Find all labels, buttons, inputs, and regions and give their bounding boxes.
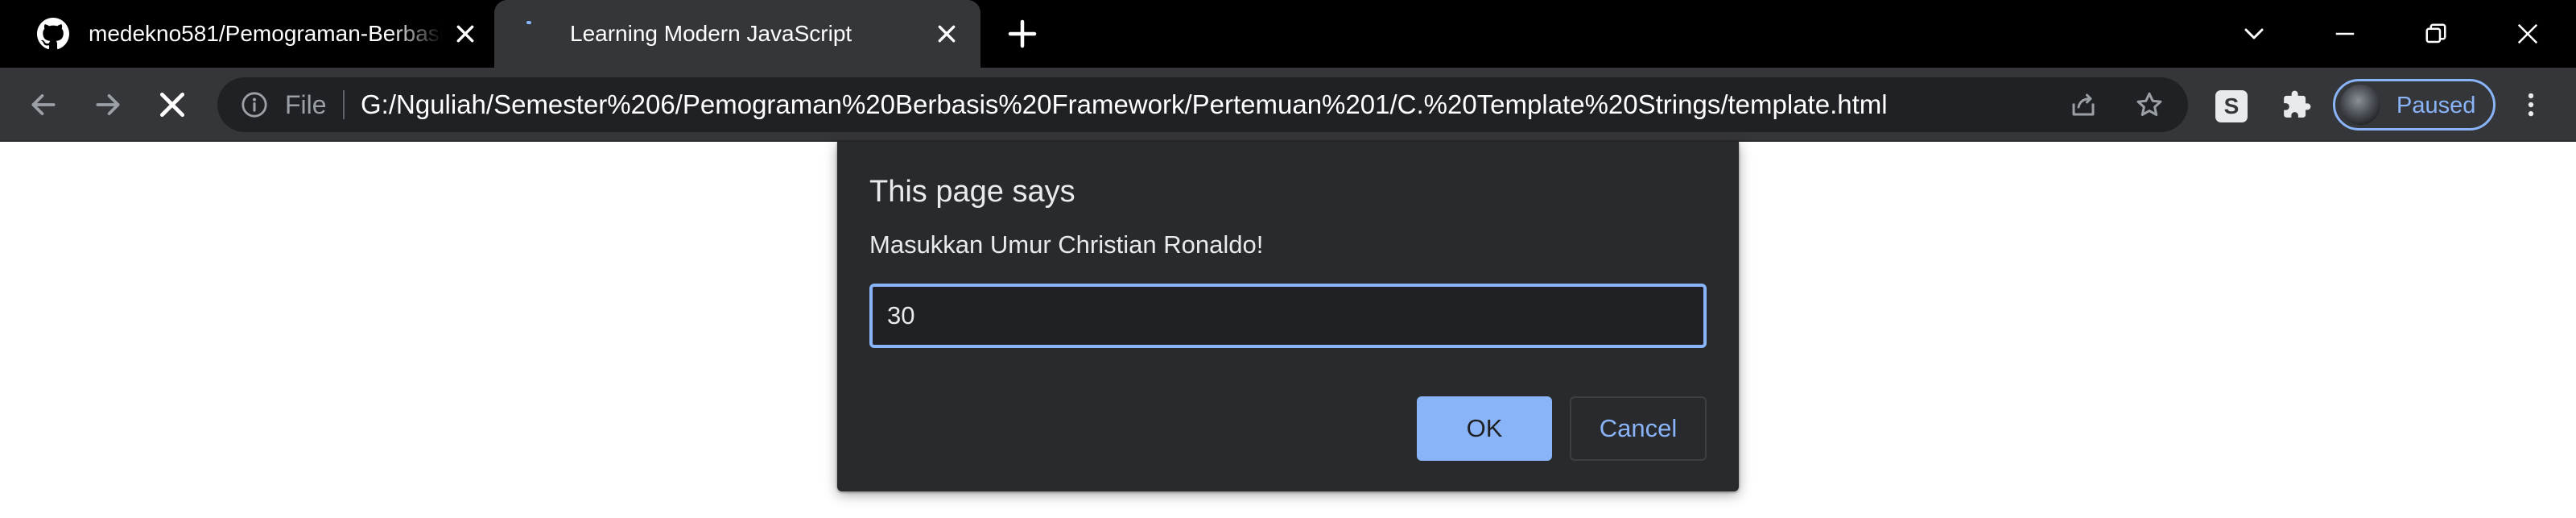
close-tab-icon[interactable] — [931, 18, 963, 50]
tab-strip: medekno581/Pemograman-Berbasis-Framework… — [0, 0, 2576, 68]
bookmark-star-icon[interactable] — [2133, 89, 2165, 121]
minimize-icon[interactable] — [2321, 11, 2369, 56]
tab-title: medekno581/Pemograman-Berbasis-Framework — [89, 21, 443, 46]
tab-search-icon[interactable] — [2230, 11, 2278, 56]
new-tab-icon[interactable] — [1005, 16, 1040, 52]
address-bar[interactable]: File G:/Nguliah/Semester%206/Pemograman%… — [217, 77, 2188, 132]
tab-learning-modern-javascript[interactable]: Learning Modern JavaScript — [494, 0, 980, 68]
url-scheme-label: File — [285, 90, 327, 119]
dialog-title: This page says — [869, 175, 1075, 209]
extension-s-icon[interactable]: S — [2215, 90, 2248, 122]
close-tab-icon[interactable] — [449, 18, 481, 50]
address-separator — [343, 90, 345, 119]
close-window-icon[interactable] — [2504, 11, 2552, 56]
restore-icon[interactable] — [2412, 11, 2460, 56]
profile-button[interactable]: Paused — [2333, 79, 2496, 131]
share-icon[interactable] — [2067, 89, 2099, 121]
cancel-button[interactable]: Cancel — [1570, 396, 1707, 461]
avatar — [2340, 85, 2380, 125]
loading-icon — [510, 16, 546, 52]
prompt-input[interactable] — [869, 284, 1707, 348]
browser-toolbar: File G:/Nguliah/Semester%206/Pemograman%… — [0, 68, 2576, 142]
github-icon — [35, 16, 71, 52]
forward-icon[interactable] — [89, 85, 127, 124]
back-icon[interactable] — [24, 85, 63, 124]
profile-status-label: Paused — [2396, 93, 2476, 118]
url-text[interactable]: G:/Nguliah/Semester%206/Pemograman%20Ber… — [361, 87, 1888, 122]
dialog-message: Masukkan Umur Christian Ronaldo! — [869, 230, 1264, 259]
extensions-puzzle-icon[interactable] — [2277, 85, 2316, 124]
menu-kebab-icon[interactable] — [2512, 85, 2550, 124]
ok-button[interactable]: OK — [1417, 396, 1552, 461]
tab-title: Learning Modern JavaScript — [570, 21, 852, 46]
prompt-dialog: This page says Masukkan Umur Christian R… — [837, 142, 1739, 491]
tab-github[interactable]: medekno581/Pemograman-Berbasis-Framework — [0, 0, 494, 68]
site-info-icon[interactable] — [238, 89, 270, 121]
stop-loading-icon[interactable] — [153, 85, 192, 124]
